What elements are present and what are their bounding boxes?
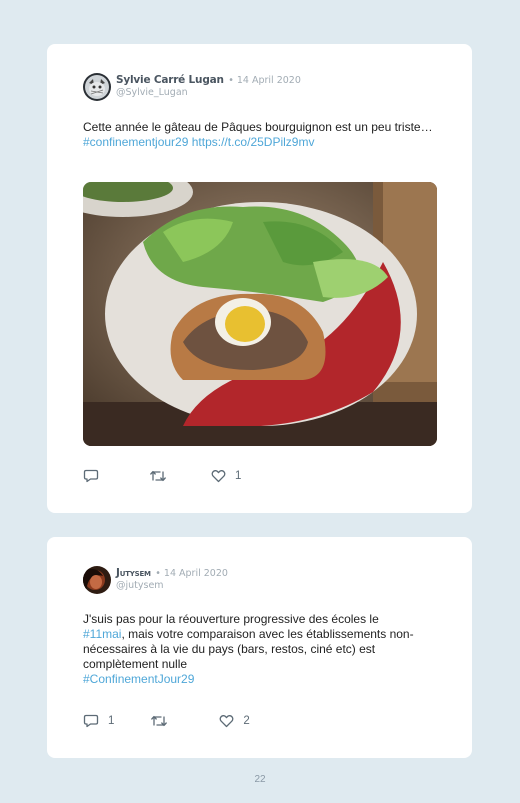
reply-icon <box>83 469 99 483</box>
tweet-header: Sylvie Carré Lugan • 14 April 2020 @Sylv… <box>83 73 301 101</box>
retweet-icon <box>150 470 166 482</box>
author-handle[interactable]: @jutysem <box>116 580 228 592</box>
avatar[interactable] <box>83 73 111 101</box>
reply-icon <box>83 714 99 728</box>
reply-button[interactable]: 1 <box>83 714 114 728</box>
hashtag-link[interactable]: #ConfinementJour29 <box>83 672 194 686</box>
tweet-card: Sylvie Carré Lugan • 14 April 2020 @Sylv… <box>47 44 472 513</box>
tweet-photo[interactable] <box>83 182 437 446</box>
retweet-button[interactable] <box>149 469 167 483</box>
reply-button[interactable] <box>83 469 99 483</box>
avatar[interactable] <box>83 566 111 594</box>
page-number: 22 <box>254 774 266 785</box>
retweet-button[interactable] <box>150 714 168 728</box>
tweet-text: Cette année le gâteau de Pâques bourguig… <box>83 120 443 150</box>
like-count: 1 <box>235 470 242 482</box>
tweet-text: J'suis pas pour la réouverture progressi… <box>83 612 443 687</box>
like-button[interactable]: 2 <box>219 714 250 728</box>
author-handle[interactable]: @Sylvie_Lugan <box>116 87 301 99</box>
like-button[interactable]: 1 <box>211 469 241 483</box>
tweet-date[interactable]: • 14 April 2020 <box>228 75 301 86</box>
author-name[interactable]: Jutysem <box>116 567 151 579</box>
url-link[interactable]: https://t.co/25DPilz9mv <box>192 135 315 149</box>
tweet-text-content: , mais votre comparaison avec les établi… <box>83 627 414 671</box>
hashtag-link[interactable]: #11mai <box>83 627 121 641</box>
tweet-text-content: Cette année le gâteau de Pâques bourguig… <box>83 120 433 134</box>
heart-icon <box>211 470 226 483</box>
hashtag-link[interactable]: #confinementjour29 <box>83 135 188 149</box>
tweet-actions: 1 <box>83 468 241 484</box>
author-name[interactable]: Sylvie Carré Lugan <box>116 74 224 86</box>
reply-count: 1 <box>108 715 115 727</box>
tweet-actions: 1 2 <box>83 713 250 729</box>
like-count: 2 <box>243 715 250 727</box>
tweet-header: Jutysem • 14 April 2020 @jutysem <box>83 566 228 594</box>
tweet-card: Jutysem • 14 April 2020 @jutysem J'suis … <box>47 537 472 758</box>
heart-icon <box>219 715 234 728</box>
retweet-icon <box>151 715 168 727</box>
tweet-text-content: J'suis pas pour la réouverture progressi… <box>83 612 379 626</box>
tweet-date[interactable]: • 14 April 2020 <box>155 568 228 579</box>
